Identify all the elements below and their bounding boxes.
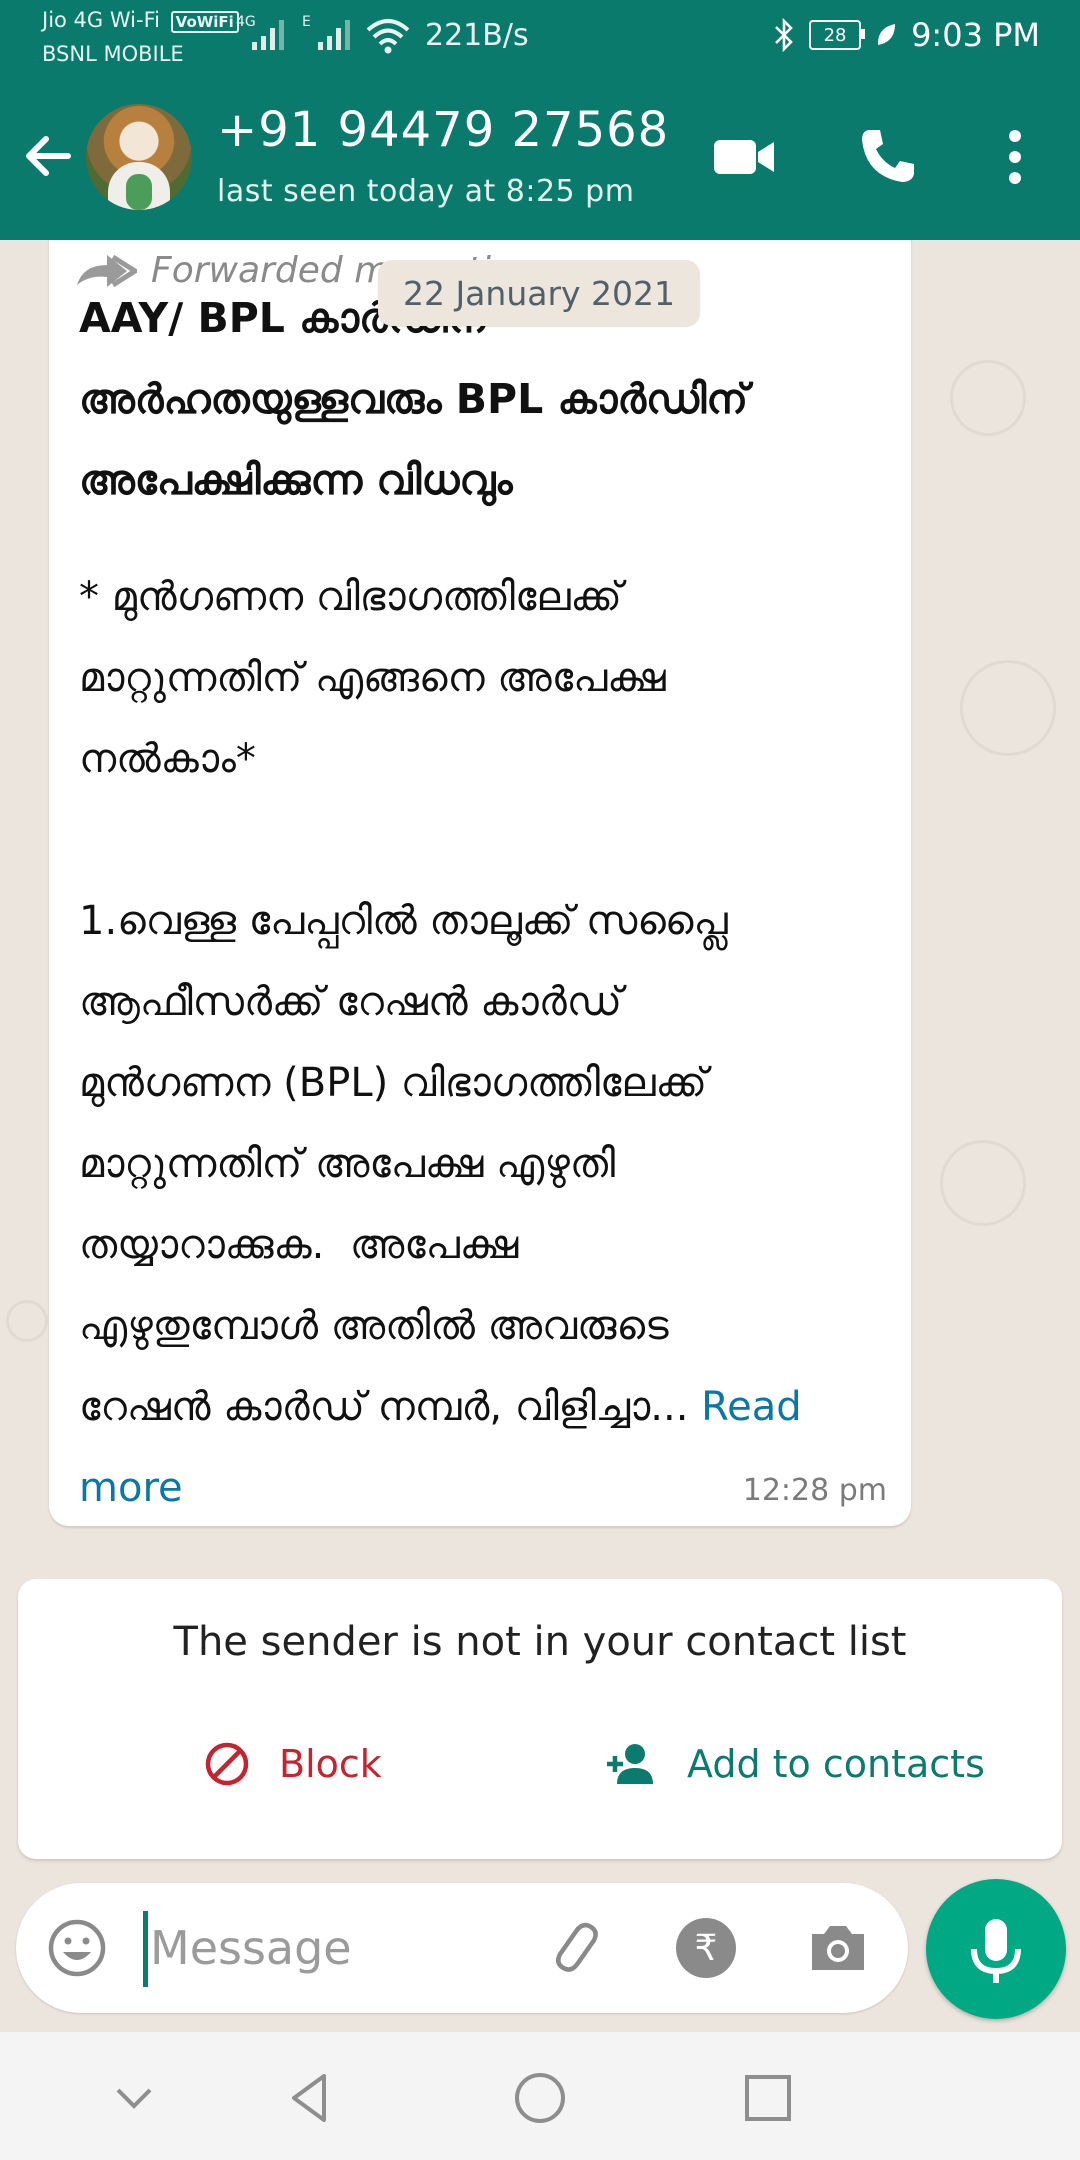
attach-icon[interactable] [541,1916,605,1980]
status-bar: Jio 4G Wi-Fi VoWiFi BSNL MOBILE 4G E 221… [0,0,1080,78]
message-input[interactable] [148,1907,512,1989]
carrier-secondary-label: BSNL MOBILE [42,42,184,66]
unknown-sender-card: The sender is not in your contact list B… [18,1579,1062,1859]
avatar[interactable] [86,104,192,210]
message-composer: ₹ [16,1883,908,2013]
overflow-menu-icon[interactable] [980,122,1050,192]
voice-call-icon[interactable] [852,122,922,192]
unknown-sender-text: The sender is not in your contact list [173,1619,907,1665]
payment-rupee-icon[interactable]: ₹ [674,1916,738,1980]
add-to-contacts-label: Add to contacts [687,1742,985,1786]
network-type-label: 4G [236,14,256,30]
microphone-icon [971,1919,1021,1983]
video-call-icon[interactable] [710,122,780,192]
clock: 9:03 PM [911,16,1040,54]
signal-strength-icon: 4G [236,14,284,50]
chat-header: +91 94479 27568 last seen today at 8:25 … [0,78,1080,240]
message-text: * മുൻഗണന വിഭാഗത്തിലേക്ക് മാറ്റുന്നതിന് എ… [79,574,728,1430]
hide-nav-chevron-icon[interactable] [104,2068,164,2128]
wallpaper-doodle [960,660,1056,756]
block-icon [205,1742,249,1786]
carrier-primary: Jio 4G Wi-Fi VoWiFi [42,8,239,33]
svg-text:₹: ₹ [695,1928,718,1969]
battery-icon: 28 [809,20,866,50]
block-button[interactable]: Block [203,1729,382,1799]
nav-back-icon[interactable] [280,2068,340,2128]
nav-recents-icon[interactable] [738,2068,798,2128]
bluetooth-icon [775,18,793,52]
signal-strength-icon-2: E [302,14,350,50]
back-arrow-icon[interactable] [18,126,78,186]
status-right: 28 9:03 PM [773,16,1040,54]
chat-area[interactable]: Forwarded many times AAY/ BPL കാർഡിന് അർ… [0,240,1080,2024]
system-nav-bar [0,2032,1080,2160]
wallpaper-doodle [950,360,1026,436]
message-body: * മുൻഗണന വിഭാഗത്തിലേക്ക് മാറ്റുന്നതിന് എ… [79,557,879,1529]
battery-level: 28 [823,24,847,46]
voice-message-button[interactable] [926,1879,1066,2019]
add-to-contacts-button[interactable]: Add to contacts [603,1729,985,1799]
carrier-primary-label: Jio 4G Wi-Fi [42,8,160,32]
date-chip: 22 January 2021 [378,260,700,326]
leaf-icon [878,24,896,45]
add-person-icon [607,1744,653,1784]
network-speed-label: 221B/s [425,18,529,53]
last-seen-status: last seen today at 8:25 pm [217,174,635,209]
emoji-icon[interactable] [45,1916,109,1980]
wallpaper-doodle [940,1140,1026,1226]
camera-icon[interactable] [806,1916,870,1980]
message-bubble[interactable]: Forwarded many times AAY/ BPL കാർഡിന് അർ… [49,240,911,1526]
nav-home-icon[interactable] [510,2068,570,2128]
message-timestamp: 12:28 pm [742,1473,887,1508]
wallpaper-doodle [6,1300,48,1342]
wifi-icon [366,19,410,54]
vowifi-badge: VoWiFi [170,11,239,33]
contact-name[interactable]: +91 94479 27568 [217,102,669,158]
network-type-label-2: E [302,14,311,30]
block-label: Block [279,1742,382,1786]
